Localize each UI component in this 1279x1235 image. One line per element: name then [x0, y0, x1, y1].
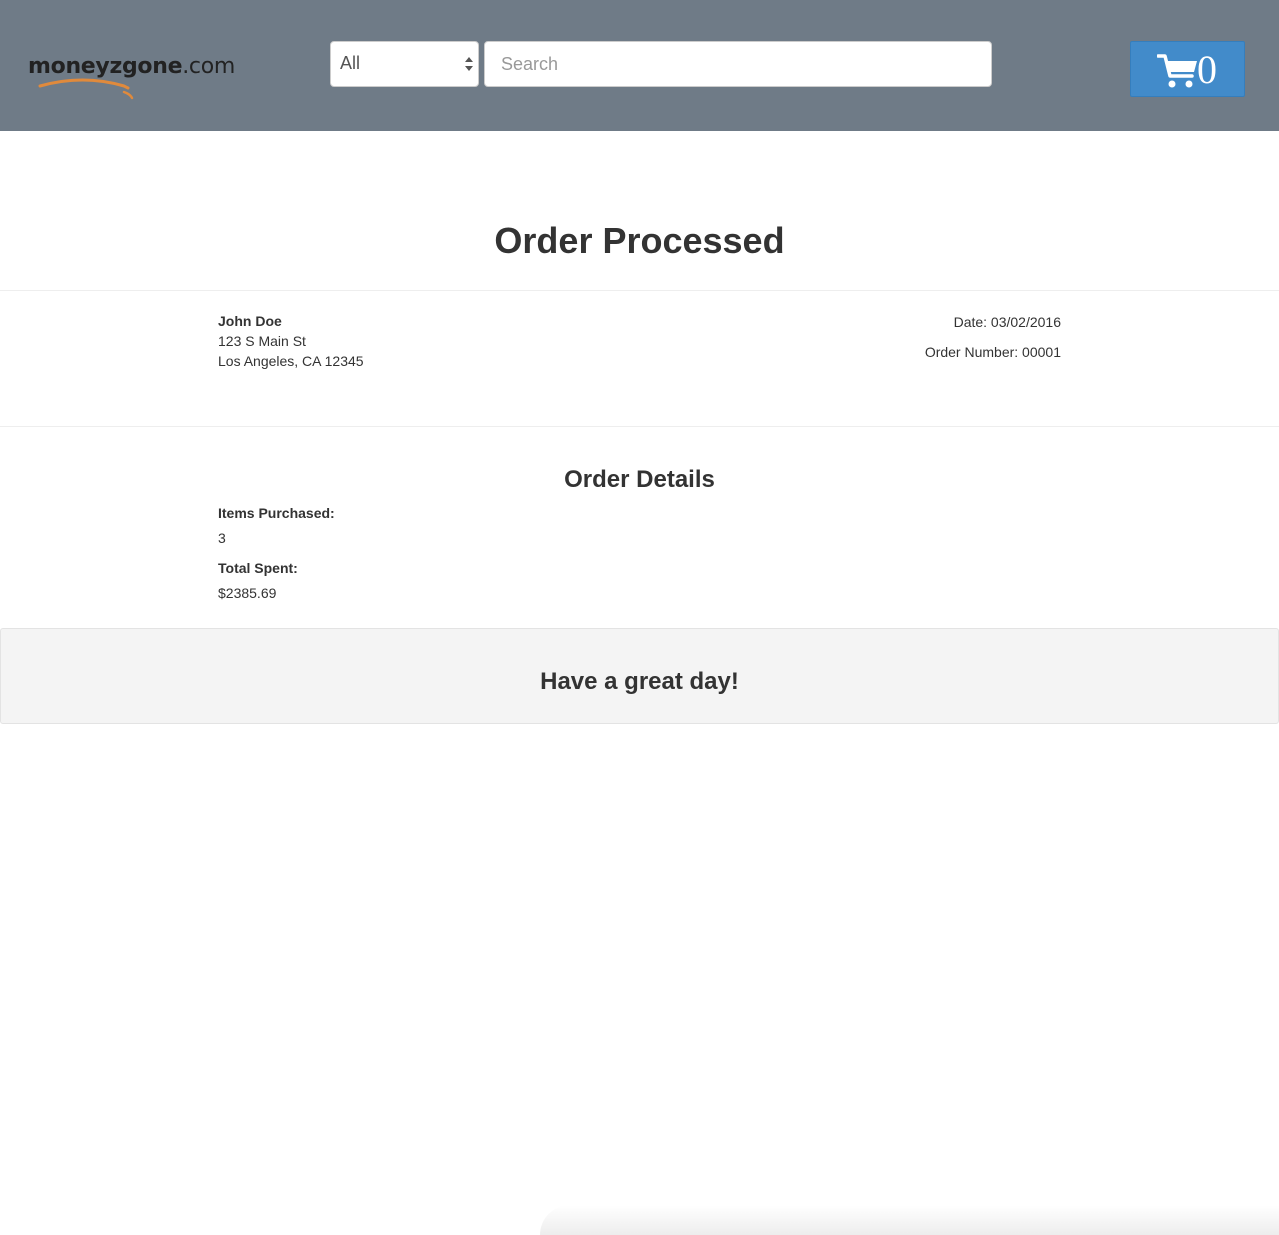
shopping-cart-icon: [1157, 54, 1197, 88]
page-title: Order Processed: [494, 220, 785, 261]
divider: [0, 290, 1279, 291]
divider: [0, 426, 1279, 427]
search-input[interactable]: [484, 41, 992, 87]
cart-button[interactable]: 0: [1130, 41, 1245, 97]
order-date: Date: 03/02/2016: [953, 314, 1061, 330]
total-spent-label: Total Spent:: [218, 560, 298, 576]
navbar: moneyzgone.com All 0: [0, 0, 1279, 131]
select-arrows-icon: [465, 57, 473, 71]
category-select-value: All: [340, 53, 361, 73]
customer-name: John Doe: [218, 313, 282, 329]
logo-swoosh-icon: [38, 78, 134, 100]
logo-tld: .com: [182, 54, 235, 79]
items-purchased-label: Items Purchased:: [218, 505, 335, 521]
footer-well: Have a great day!: [0, 628, 1279, 724]
bottom-shadow: [540, 1205, 1279, 1235]
cart-count: 0: [1197, 47, 1217, 92]
site-logo[interactable]: moneyzgone.com: [28, 50, 235, 102]
address-line-2: Los Angeles, CA 12345: [218, 353, 364, 369]
order-details-heading: Order Details: [564, 466, 715, 493]
order-number: Order Number: 00001: [924, 344, 1061, 360]
items-purchased-value: 3: [218, 530, 226, 546]
category-select[interactable]: All: [330, 41, 479, 87]
total-spent-value: $2385.69: [218, 585, 277, 601]
footer-message: Have a great day!: [540, 668, 739, 695]
address-line-1: 123 S Main St: [218, 333, 306, 349]
